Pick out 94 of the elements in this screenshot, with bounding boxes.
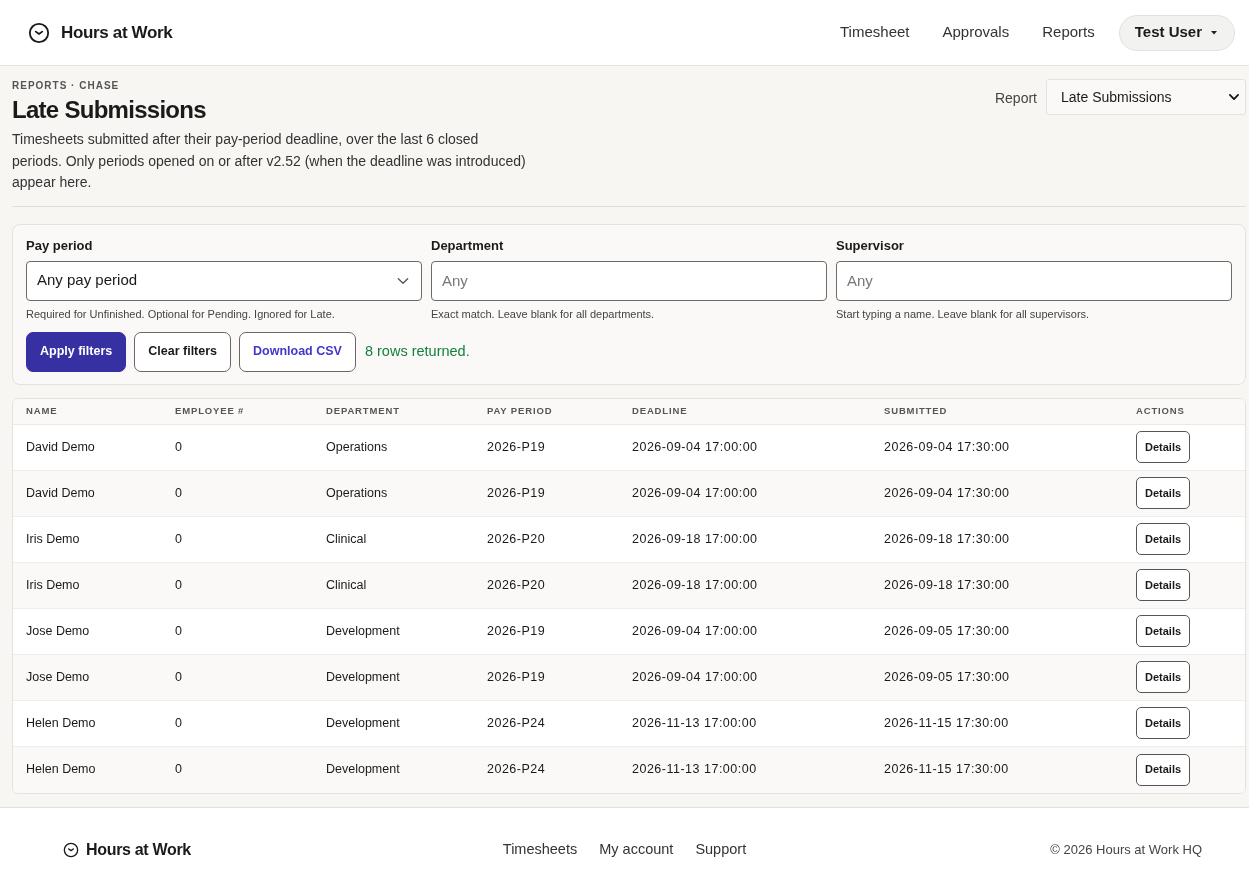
table-cell-text: David Demo: [26, 484, 96, 502]
table-cell-text: Development: [326, 668, 401, 686]
table-cell-text: Development: [326, 761, 401, 779]
table-cell-text: Development: [326, 622, 401, 640]
details-button[interactable]: Details: [1136, 569, 1191, 601]
table-cell-text: 0: [175, 484, 183, 502]
details-button[interactable]: Details: [1136, 661, 1191, 693]
column-header: EMPLOYEE #: [175, 403, 246, 418]
copyright: © 2026 Hours at Work HQ: [1050, 840, 1202, 859]
table-cell-text: Clinical: [326, 576, 368, 594]
table-cell-text: 0: [175, 761, 183, 779]
input-field[interactable]: Any: [836, 260, 1232, 301]
table-cell-text: Iris Demo: [26, 530, 81, 548]
table-cell-text: 2026-09-05 17:30:00: [884, 668, 1011, 686]
details-button[interactable]: Details: [1136, 523, 1191, 555]
table-cell-text: 0: [175, 576, 183, 594]
table-cell-text: 2026-11-15 17:30:00: [884, 714, 1010, 732]
table-cell-text: 0: [175, 530, 183, 548]
field-label: Department: [431, 237, 505, 254]
column-header: ACTIONS: [1136, 403, 1186, 418]
user-menu-button[interactable]: Test User: [1118, 14, 1235, 51]
table-cell-text: Development: [326, 714, 401, 732]
table-cell-text: 2026-09-04 17:00:00: [632, 484, 759, 502]
table-cell-text: 2026-09-18 17:00:00: [632, 530, 759, 548]
report-select[interactable]: Late Submissions: [1046, 79, 1246, 115]
table-cell-text: 2026-P19: [487, 668, 547, 686]
table-cell-text: Jose Demo: [26, 668, 91, 686]
table-cell-text: 2026-11-15 17:30:00: [884, 761, 1010, 779]
column-header: DEPARTMENT: [326, 403, 401, 418]
column-header: PAY PERIOD: [487, 403, 554, 418]
caret-icon: [1211, 30, 1217, 35]
nav-link[interactable]: Timesheet: [840, 21, 910, 44]
table-cell-text: Helen Demo: [26, 761, 97, 779]
table-cell-text: 2026-09-04 17:30:00: [884, 484, 1011, 502]
filter-button[interactable]: Clear filters: [134, 331, 232, 372]
table-cell-text: 2026-09-05 17:30:00: [884, 622, 1011, 640]
input-field[interactable]: Any: [431, 260, 827, 301]
table-cell-text: 2026-P24: [487, 761, 547, 779]
clock-icon: [28, 21, 50, 44]
table-cell-text: 2026-P20: [487, 576, 547, 594]
brand-name: Hours at Work: [61, 21, 173, 44]
table-cell-text: Operations: [326, 484, 389, 502]
table-cell-text: 2026-P19: [487, 622, 547, 640]
footer-link[interactable]: Timesheets: [502, 838, 578, 861]
field-hint: Exact match. Leave blank for all departments.: [431, 306, 656, 321]
page-description: Timesheets submitted after their pay-period deadline, over the last 6 closed periods. Only periods opened on or after v2.52 (when the deadline was introduced) appear here.: [12, 130, 527, 192]
table-cell-text: 2026-P19: [487, 438, 547, 456]
table-cell-text: 0: [175, 622, 183, 640]
report-label: Report: [994, 89, 1037, 108]
table-cell-text: 2026-P24: [487, 714, 547, 732]
table-cell-text: Iris Demo: [26, 576, 81, 594]
details-button[interactable]: Details: [1136, 477, 1191, 509]
clock-icon: [63, 841, 79, 858]
field-label: Supervisor: [836, 237, 905, 254]
table-cell-text: 2026-09-04 17:30:00: [884, 438, 1011, 456]
table-cell-text: 0: [175, 668, 183, 686]
table-cell-text: 2026-P19: [487, 484, 547, 502]
table-cell-text: 2026-09-04 17:00:00: [632, 622, 759, 640]
filter-button[interactable]: Apply filters: [26, 331, 127, 372]
result-count: 8 rows returned.: [364, 341, 470, 361]
table-cell-text: 2026-11-13 17:00:00: [632, 761, 758, 779]
footer-link[interactable]: My account: [599, 838, 674, 861]
nav-link[interactable]: Approvals: [942, 21, 1010, 44]
breadcrumb: REPORTS · CHASE: [12, 79, 121, 93]
page-title: Late Submissions: [12, 95, 207, 125]
table-cell-text: 2026-09-18 17:00:00: [632, 576, 759, 594]
pay-period-select[interactable]: Any pay period: [26, 260, 422, 301]
table-cell-text: David Demo: [26, 438, 96, 456]
table-cell-text: 0: [175, 438, 183, 456]
table-cell-text: Jose Demo: [26, 622, 91, 640]
field-hint: Start typing a name. Leave blank for all supervisors.: [836, 306, 1091, 321]
column-header: SUBMITTED: [884, 403, 949, 418]
table-cell-text: 2026-P20: [487, 530, 547, 548]
table-cell-text: Operations: [326, 438, 389, 456]
filter-button[interactable]: Download CSV: [239, 331, 356, 372]
details-button[interactable]: Details: [1136, 431, 1191, 463]
column-header: NAME: [26, 403, 59, 418]
details-button[interactable]: Details: [1136, 615, 1191, 647]
field-label: Pay period: [26, 237, 94, 254]
table-cell-text: 0: [175, 714, 183, 732]
field-hint: Required for Unfinished. Optional for Pending. Ignored for Late.: [26, 306, 336, 321]
table-cell-text: 2026-09-04 17:00:00: [632, 668, 759, 686]
column-header: DEADLINE: [632, 403, 689, 418]
details-button[interactable]: Details: [1136, 753, 1191, 786]
table-cell-text: 2026-09-18 17:30:00: [884, 530, 1011, 548]
table-cell-text: 2026-11-13 17:00:00: [632, 714, 758, 732]
table-cell-text: Helen Demo: [26, 714, 97, 732]
table-cell-text: 2026-09-04 17:00:00: [632, 438, 759, 456]
table-cell-text: Clinical: [326, 530, 368, 548]
nav-link[interactable]: Reports: [1042, 21, 1095, 44]
footer-brand: Hours at Work: [86, 839, 191, 860]
details-button[interactable]: Details: [1136, 707, 1191, 739]
table-cell-text: 2026-09-18 17:30:00: [884, 576, 1011, 594]
footer-link[interactable]: Support: [695, 838, 747, 861]
